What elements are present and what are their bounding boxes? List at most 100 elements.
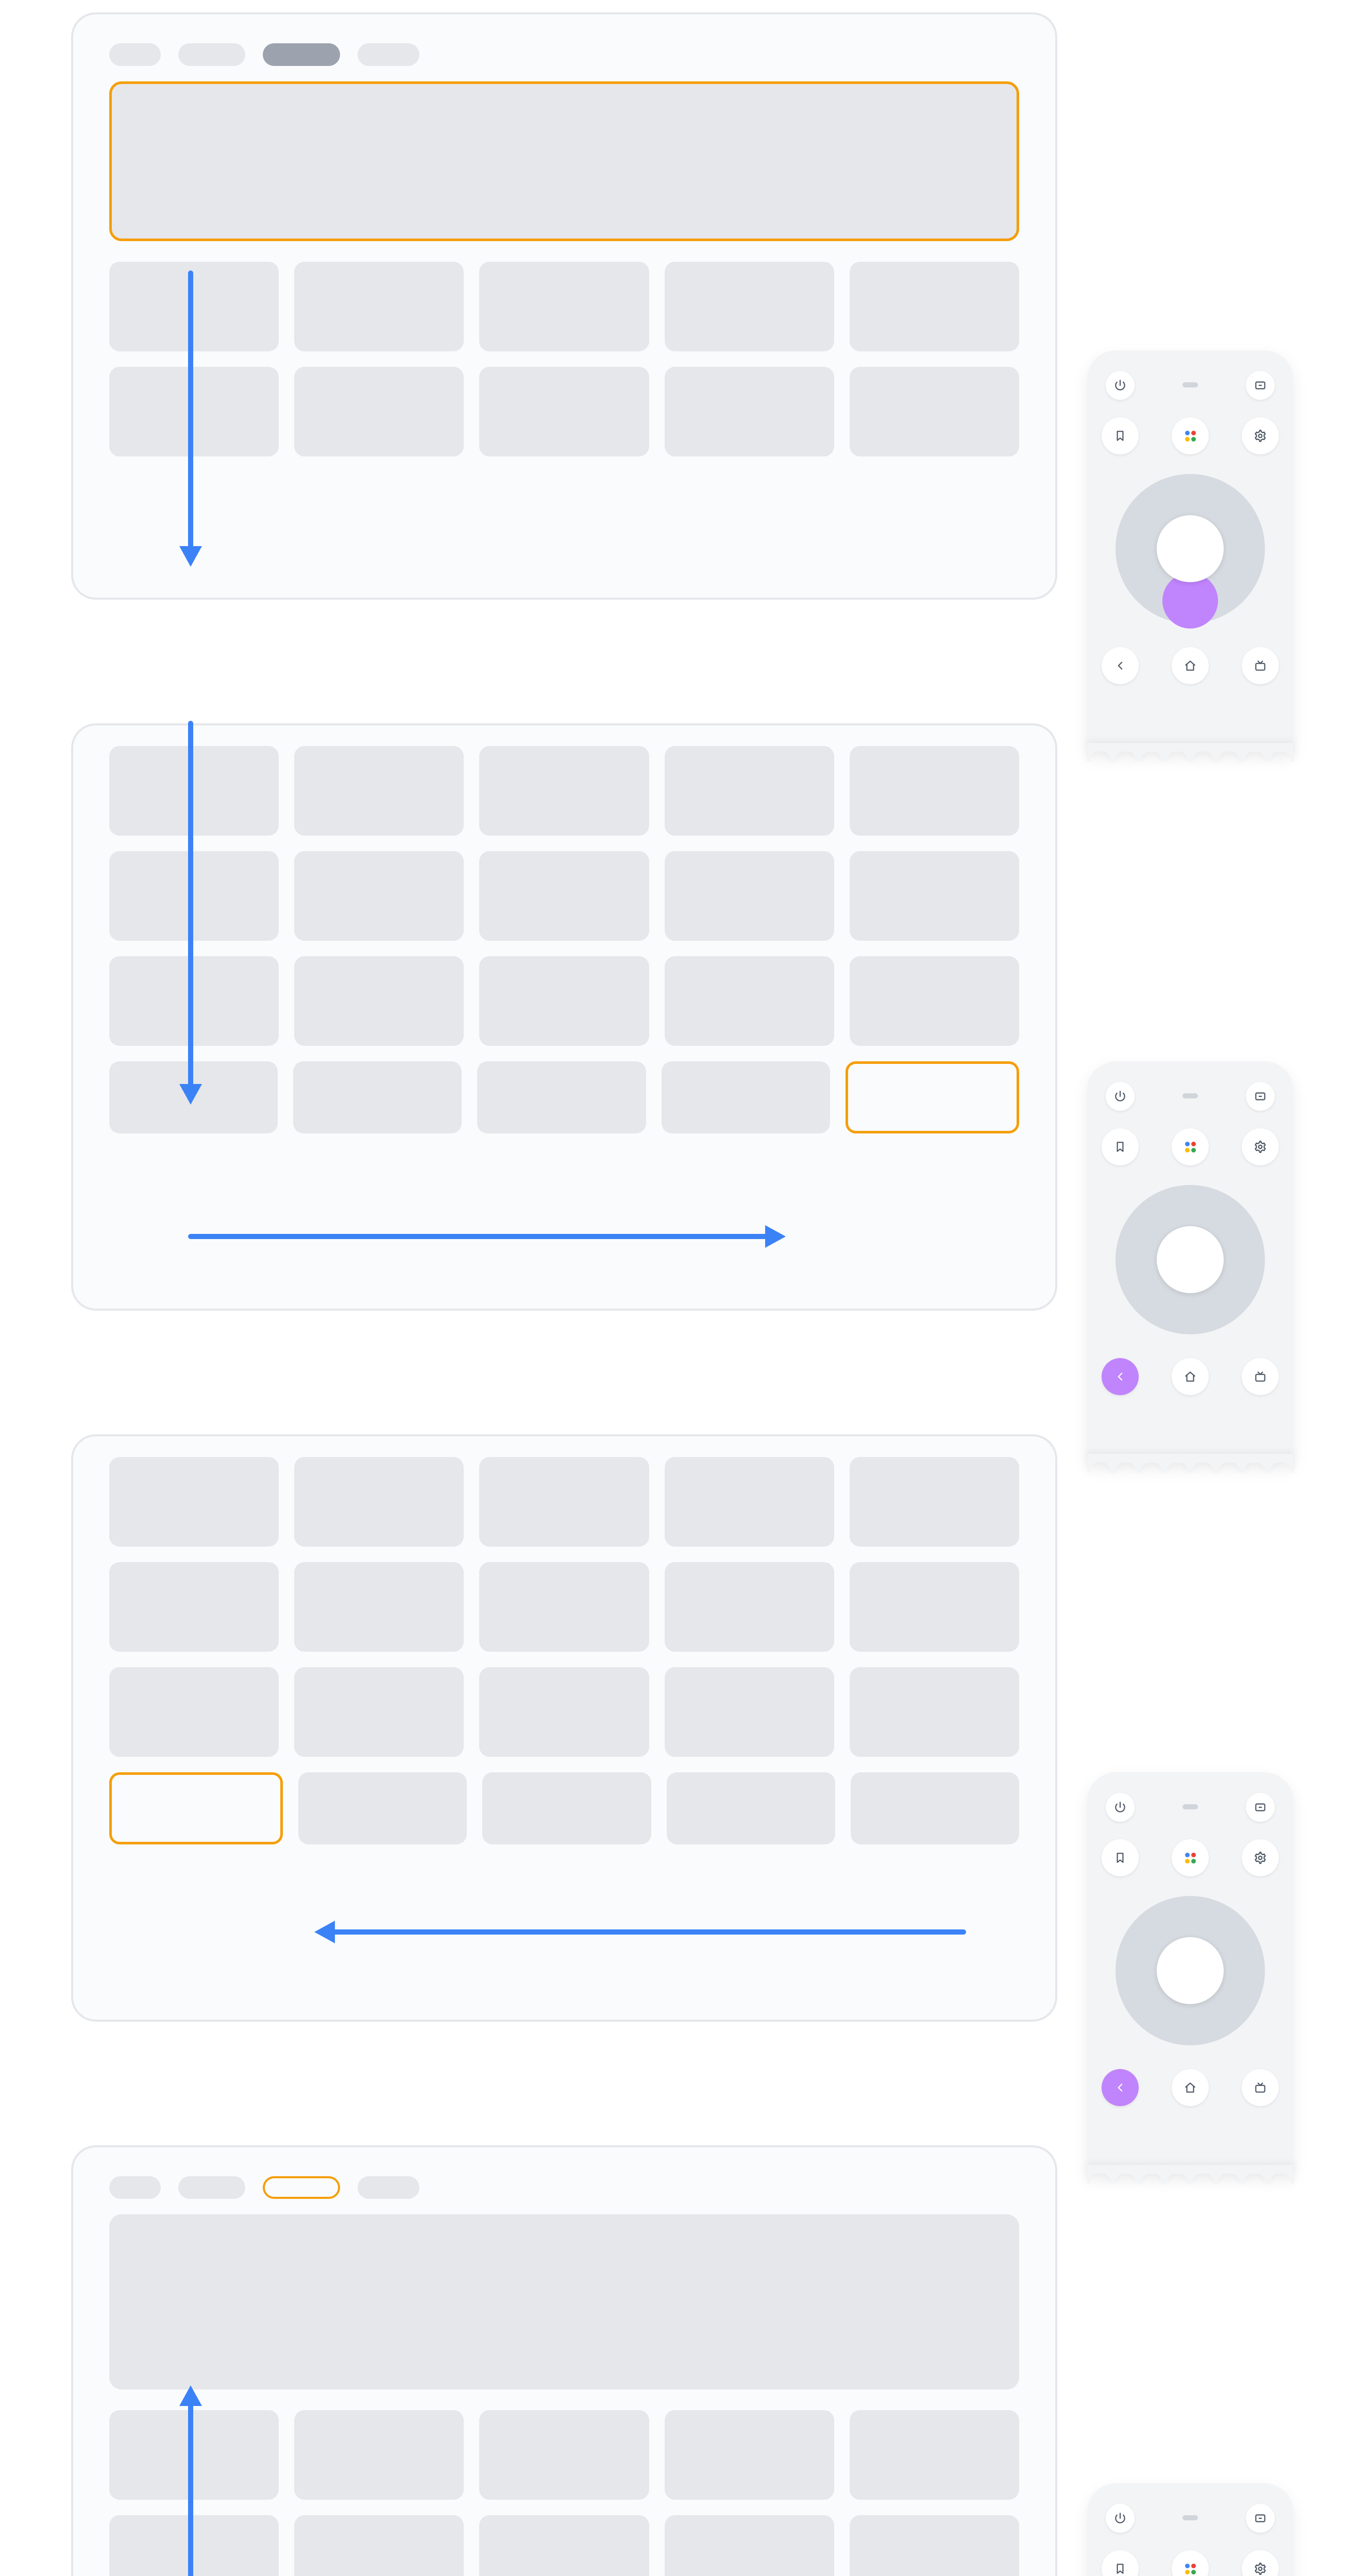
dpad-center[interactable] <box>1157 1226 1224 1293</box>
content-card[interactable] <box>294 746 464 836</box>
content-card[interactable] <box>479 746 649 836</box>
content-card[interactable] <box>851 1772 1019 1844</box>
content-card[interactable] <box>298 1772 467 1844</box>
settings-button[interactable] <box>1242 1839 1279 1876</box>
content-card[interactable] <box>294 2410 464 2500</box>
content-card[interactable] <box>665 1667 834 1757</box>
content-card[interactable] <box>477 1061 646 1133</box>
bookmark-button[interactable] <box>1102 417 1139 454</box>
assistant-button[interactable] <box>1172 1839 1209 1876</box>
content-card[interactable] <box>665 1457 834 1547</box>
assistant-button[interactable] <box>1172 2550 1209 2576</box>
content-card[interactable] <box>479 1667 649 1757</box>
content-card[interactable] <box>294 367 464 456</box>
content-card[interactable] <box>850 1562 1019 1652</box>
content-card[interactable] <box>479 2410 649 2500</box>
content-card[interactable] <box>479 956 649 1046</box>
content-card[interactable] <box>479 2515 649 2576</box>
content-card[interactable] <box>109 1562 279 1652</box>
content-card[interactable] <box>850 2410 1019 2500</box>
content-card[interactable] <box>667 1772 835 1844</box>
live-tv-button[interactable] <box>1242 1358 1279 1395</box>
input-button[interactable] <box>1246 2504 1275 2533</box>
content-card[interactable] <box>850 1457 1019 1547</box>
remote-3 <box>1087 1772 1293 2174</box>
content-card[interactable] <box>482 1772 651 1844</box>
content-card[interactable] <box>665 367 834 456</box>
content-card[interactable] <box>479 262 649 351</box>
content-card[interactable] <box>479 1457 649 1547</box>
nav-tab-focused[interactable] <box>263 2176 340 2199</box>
content-card[interactable] <box>665 262 834 351</box>
assistant-button[interactable] <box>1172 417 1209 454</box>
content-card[interactable] <box>294 851 464 941</box>
content-card[interactable] <box>665 2515 834 2576</box>
power-button[interactable] <box>1106 2504 1135 2533</box>
hero-banner-focused[interactable] <box>109 81 1019 241</box>
content-card[interactable] <box>665 2410 834 2500</box>
content-card[interactable] <box>665 956 834 1046</box>
back-button[interactable] <box>1102 647 1139 684</box>
content-card[interactable] <box>665 851 834 941</box>
nav-tab-active[interactable] <box>263 43 340 66</box>
hero-banner[interactable] <box>109 2214 1019 2389</box>
content-card[interactable] <box>850 1667 1019 1757</box>
settings-button[interactable] <box>1242 2550 1279 2576</box>
back-button-highlight[interactable] <box>1102 2069 1139 2106</box>
content-card[interactable] <box>294 262 464 351</box>
content-card[interactable] <box>662 1061 830 1133</box>
settings-button[interactable] <box>1242 417 1279 454</box>
nav-tab[interactable] <box>178 43 245 66</box>
power-button[interactable] <box>1106 1082 1135 1111</box>
content-card[interactable] <box>294 1457 464 1547</box>
content-card[interactable] <box>665 746 834 836</box>
content-grid <box>73 746 1055 1170</box>
content-card[interactable] <box>479 851 649 941</box>
content-card-focused[interactable] <box>109 1772 283 1844</box>
nav-tab[interactable] <box>109 43 161 66</box>
home-button[interactable] <box>1172 647 1209 684</box>
dpad-center[interactable] <box>1157 1937 1224 2004</box>
home-button[interactable] <box>1172 2069 1209 2106</box>
content-card[interactable] <box>850 367 1019 456</box>
power-button[interactable] <box>1106 1793 1135 1822</box>
live-tv-button[interactable] <box>1242 2069 1279 2106</box>
content-card[interactable] <box>850 956 1019 1046</box>
live-tv-button[interactable] <box>1242 647 1279 684</box>
bookmark-button[interactable] <box>1102 2550 1139 2576</box>
content-card[interactable] <box>665 1562 834 1652</box>
content-card[interactable] <box>294 1667 464 1757</box>
settings-button[interactable] <box>1242 1128 1279 1165</box>
mic-icon <box>1182 1804 1198 1809</box>
dpad-center[interactable] <box>1157 515 1224 582</box>
mic-icon <box>1182 2515 1198 2520</box>
nav-tab[interactable] <box>358 2176 419 2199</box>
bookmark-button[interactable] <box>1102 1839 1139 1876</box>
input-button[interactable] <box>1246 1793 1275 1822</box>
content-card[interactable] <box>479 367 649 456</box>
content-card[interactable] <box>109 1457 279 1547</box>
nav-tab[interactable] <box>109 2176 161 2199</box>
content-card[interactable] <box>294 2515 464 2576</box>
content-card[interactable] <box>850 851 1019 941</box>
content-card[interactable] <box>850 746 1019 836</box>
content-card[interactable] <box>293 1061 462 1133</box>
input-button[interactable] <box>1246 1082 1275 1111</box>
nav-tab[interactable] <box>178 2176 245 2199</box>
power-button[interactable] <box>1106 371 1135 400</box>
content-card-focused[interactable] <box>846 1061 1019 1133</box>
assistant-button[interactable] <box>1172 1128 1209 1165</box>
back-button-highlight[interactable] <box>1102 1358 1139 1395</box>
content-card[interactable] <box>294 956 464 1046</box>
content-card[interactable] <box>294 1562 464 1652</box>
arrow-down <box>175 273 216 572</box>
home-button[interactable] <box>1172 1358 1209 1395</box>
input-button[interactable] <box>1246 371 1275 400</box>
content-card[interactable] <box>850 262 1019 351</box>
bookmark-button[interactable] <box>1102 1128 1139 1165</box>
content-card[interactable] <box>109 1667 279 1757</box>
nav-tab[interactable] <box>358 43 419 66</box>
content-card[interactable] <box>479 1562 649 1652</box>
content-grid <box>73 1457 1055 1880</box>
content-card[interactable] <box>850 2515 1019 2576</box>
